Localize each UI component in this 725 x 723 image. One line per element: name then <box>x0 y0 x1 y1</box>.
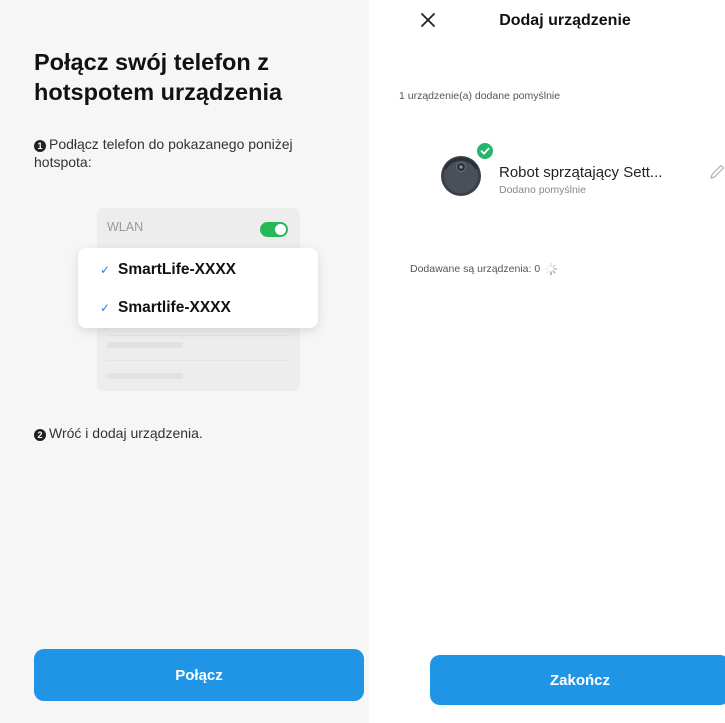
placeholder-line <box>107 373 183 379</box>
device-list-item[interactable]: Robot sprzątający Sett... Dodano pomyśln… <box>383 140 725 200</box>
connect-button[interactable]: Połącz <box>34 649 364 701</box>
finish-button[interactable]: Zakończ <box>430 655 725 705</box>
adding-status: Dodawane są urządzenia: 0 <box>410 262 558 276</box>
device-name: Robot sprzątający Sett... <box>499 164 663 181</box>
step-1-instruction: 1 Podłącz telefon do pokazanego poniżej h… <box>34 135 354 171</box>
step-2-instruction: 2 Wróć i dodaj urządzenia. <box>34 424 354 442</box>
adding-status-text: Dodawane są urządzenia: 0 <box>410 263 541 275</box>
wlan-label: WLAN <box>107 220 144 234</box>
step-2-number-icon: 2 <box>34 429 46 441</box>
check-icon: ✓ <box>100 301 111 315</box>
page-title: Połącz swój telefon z hotspotem urządzen… <box>34 49 283 105</box>
edit-icon[interactable] <box>709 164 725 180</box>
ssid-item: ✓ SmartLife-XXXX <box>100 260 236 280</box>
check-icon: ✓ <box>100 263 111 277</box>
hotspot-instructions-panel: Połącz swój telefon z hotspotem urządzen… <box>0 0 383 723</box>
wlan-toggle-icon <box>260 222 288 237</box>
header-title: Dodaj urządzenie <box>499 12 631 29</box>
added-summary: 1 urządzenie(a) dodane pomyślnie <box>399 90 561 102</box>
loading-spinner-icon <box>544 262 558 276</box>
placeholder-divider <box>107 335 290 336</box>
add-device-panel: Dodaj urządzenie 1 urządzenie(a) dodane … <box>383 0 725 723</box>
step-2-text: Wróć i dodaj urządzenia. <box>49 425 203 441</box>
placeholder-divider <box>107 360 290 361</box>
success-check-icon <box>475 141 495 161</box>
ssid-name: SmartLife-XXXX <box>118 261 237 278</box>
ssid-list-illustration: ✓ SmartLife-XXXX ✓ Smartlife-XXXX <box>78 248 318 328</box>
step-1-number-icon: 1 <box>34 140 46 152</box>
step-1-text: Podłącz telefon do pokazanego poniżej ho… <box>34 136 293 170</box>
ssid-item: ✓ Smartlife-XXXX <box>100 298 231 318</box>
device-status: Dodano pomyślnie <box>499 184 586 196</box>
placeholder-line <box>107 342 183 348</box>
ssid-name: Smartlife-XXXX <box>118 299 231 316</box>
robot-vacuum-icon <box>441 156 481 196</box>
